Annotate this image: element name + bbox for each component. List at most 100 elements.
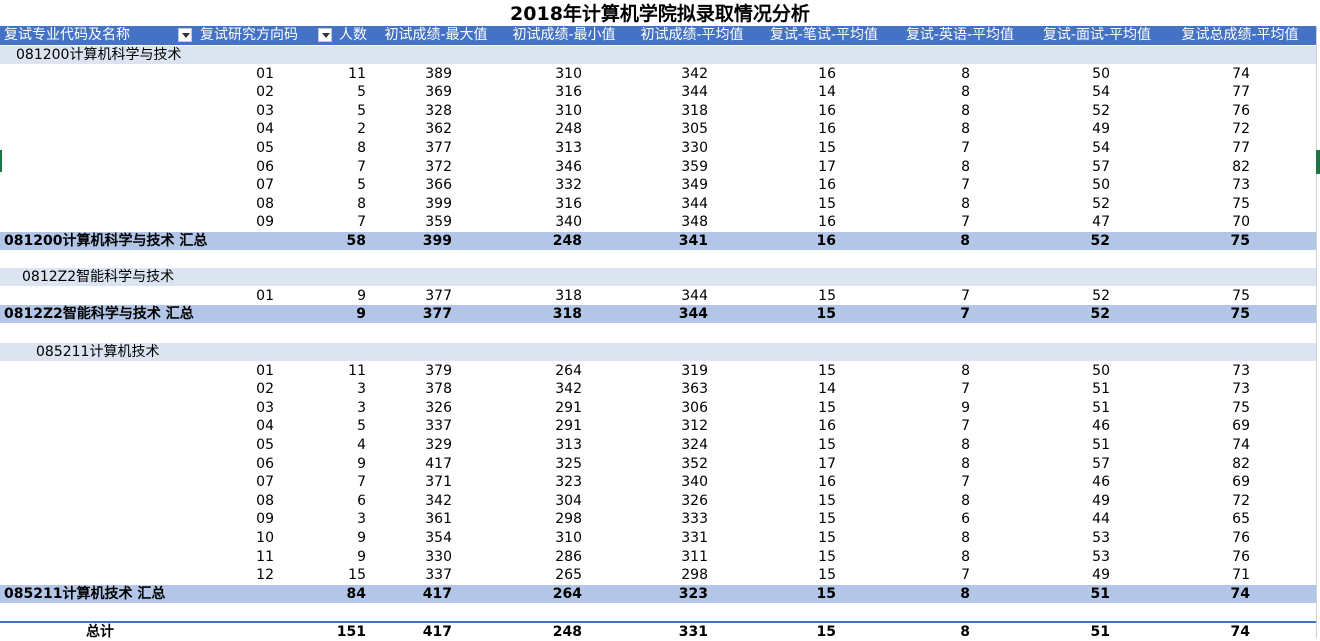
grand-total-value: 8: [960, 624, 970, 640]
value-cell: 9: [961, 399, 970, 416]
table-row[interactable]: 03 3 326 291 306 15 9 51 75: [0, 399, 1316, 417]
value-cell: 8: [961, 455, 970, 472]
table-row[interactable]: 01 11 379 264 319 15 8 50 73: [0, 362, 1316, 380]
value-cell: 344: [681, 287, 708, 304]
subtotal-value: 52: [1090, 306, 1110, 323]
value-cell: 65: [1232, 511, 1250, 528]
subtotal-label: 085211计算机技术 汇总: [4, 585, 166, 602]
value-cell: 49: [1092, 567, 1110, 584]
major-filter-dropdown-icon[interactable]: [178, 28, 192, 42]
subtotal-row[interactable]: 085211计算机技术 汇总 84 417 264 323 15 8 51 74: [0, 584, 1316, 603]
table-row[interactable]: 05 4 329 313 324 15 8 51 74: [0, 436, 1316, 454]
value-cell: 8: [961, 121, 970, 138]
direction-code: 08: [256, 492, 274, 509]
value-cell: 346: [555, 158, 582, 175]
value-cell: 75: [1232, 399, 1250, 416]
value-cell: 7: [961, 567, 970, 584]
subtotal-value: 75: [1230, 233, 1250, 249]
direction-code: 04: [256, 418, 274, 435]
subtotal-row[interactable]: 0812Z2智能科学与技术 汇总 9 377 318 344 15 7 52 75: [0, 305, 1316, 324]
table-row[interactable]: 07 7 371 323 340 16 7 46 69: [0, 473, 1316, 491]
value-cell: 298: [555, 511, 582, 528]
value-cell: 342: [555, 381, 582, 398]
value-cell: 332: [555, 177, 582, 194]
value-cell: 51: [1092, 399, 1110, 416]
table-row[interactable]: 08 6 342 304 326 15 8 49 72: [0, 492, 1316, 510]
value-cell: 399: [425, 195, 452, 212]
table-row[interactable]: 07 5 366 332 349 16 7 50 73: [0, 176, 1316, 194]
table-row[interactable]: 02 3 378 342 363 14 7 51 73: [0, 380, 1316, 398]
table-row[interactable]: 04 2 362 248 305 16 8 49 72: [0, 120, 1316, 138]
subtotal-value: 341: [678, 233, 708, 249]
direction-filter-dropdown-icon[interactable]: [318, 28, 332, 42]
table-row[interactable]: 11 9 330 286 311 15 8 53 76: [0, 548, 1316, 566]
value-cell: 16: [818, 177, 836, 194]
subtotal-row[interactable]: 081200计算机科学与技术 汇总 58 399 248 341 16 8 52 75: [0, 232, 1316, 250]
value-cell: 340: [681, 474, 708, 491]
value-cell: 342: [681, 65, 708, 82]
value-cell: 379: [425, 362, 452, 379]
value-cell: 417: [425, 455, 452, 472]
subtotal-value: 248: [552, 233, 582, 249]
value-cell: 265: [555, 567, 582, 584]
value-cell: 46: [1092, 474, 1110, 491]
table-row[interactable]: 12 15 337 265 298 15 7 49 71: [0, 566, 1316, 584]
table-row[interactable]: 09 7 359 340 348 16 7 47 70: [0, 213, 1316, 231]
value-cell: 9: [357, 287, 366, 304]
group-header-row[interactable]: 085211计算机技术: [0, 343, 1316, 361]
value-cell: 15: [818, 140, 836, 156]
subtotal-value: 84: [346, 585, 366, 602]
value-cell: 291: [555, 418, 582, 435]
table-row[interactable]: 09 3 361 298 333 15 6 44 65: [0, 510, 1316, 528]
subtotal-value: 9: [356, 306, 366, 323]
value-cell: 53: [1092, 530, 1110, 546]
value-cell: 305: [681, 121, 708, 138]
value-cell: 306: [681, 399, 708, 416]
table-row[interactable]: 02 5 369 316 344 14 8 54 77: [0, 83, 1316, 101]
table-row[interactable]: 10 9 354 310 331 15 8 53 76: [0, 529, 1316, 547]
group-header-row[interactable]: 081200计算机科学与技术: [0, 46, 1316, 64]
value-cell: 16: [818, 418, 836, 435]
value-cell: 82: [1232, 455, 1250, 472]
value-cell: 352: [681, 455, 708, 472]
direction-code: 05: [256, 437, 274, 453]
direction-code: 09: [256, 214, 274, 231]
grand-total-row[interactable]: 总计 151 417 248 331 15 8 51 74: [0, 621, 1316, 641]
value-cell: 9: [357, 455, 366, 472]
table-row[interactable]: 01 11 389 310 342 16 8 50 74: [0, 65, 1316, 83]
value-cell: 362: [425, 121, 452, 138]
value-cell: 333: [681, 511, 708, 528]
table-row[interactable]: 01 9 377 318 344 15 7 52 75: [0, 287, 1316, 305]
group-name: 0812Z2智能科学与技术: [22, 269, 175, 285]
value-cell: 8: [961, 84, 970, 101]
value-cell: 16: [818, 102, 836, 119]
direction-code: 07: [256, 177, 274, 194]
subtotal-value: 344: [678, 306, 708, 323]
group-name: 085211计算机技术: [36, 344, 160, 360]
table-row[interactable]: 06 9 417 325 352 17 8 57 82: [0, 455, 1316, 473]
value-cell: 5: [357, 84, 366, 101]
grand-total-label: 总计: [86, 624, 114, 640]
value-cell: 363: [681, 381, 708, 398]
value-cell: 366: [425, 177, 452, 194]
group-header-row[interactable]: 0812Z2智能科学与技术: [0, 268, 1316, 286]
value-cell: 316: [555, 195, 582, 212]
subtotal-value: 52: [1090, 233, 1110, 249]
value-cell: 15: [818, 548, 836, 565]
table-row[interactable]: 08 8 399 316 344 15 8 52 75: [0, 195, 1316, 213]
value-cell: 372: [425, 158, 452, 175]
value-cell: 57: [1092, 158, 1110, 175]
table-row[interactable]: 06 7 372 346 359 17 8 57 82: [0, 158, 1316, 176]
value-cell: 15: [348, 567, 366, 584]
header-count: 人数: [339, 27, 367, 43]
value-cell: 46: [1092, 418, 1110, 435]
value-cell: 7: [357, 474, 366, 491]
table-row[interactable]: 04 5 337 291 312 16 7 46 69: [0, 417, 1316, 435]
value-cell: 310: [555, 65, 582, 82]
value-cell: 310: [555, 102, 582, 119]
table-row[interactable]: 05 8 377 313 330 15 7 54 77: [0, 139, 1316, 157]
table-row[interactable]: 03 5 328 310 318 16 8 52 76: [0, 102, 1316, 120]
value-cell: 342: [425, 492, 452, 509]
subtotal-label: 0812Z2智能科学与技术 汇总: [4, 306, 194, 323]
header-score-max: 初试成绩-最大值: [384, 27, 488, 43]
